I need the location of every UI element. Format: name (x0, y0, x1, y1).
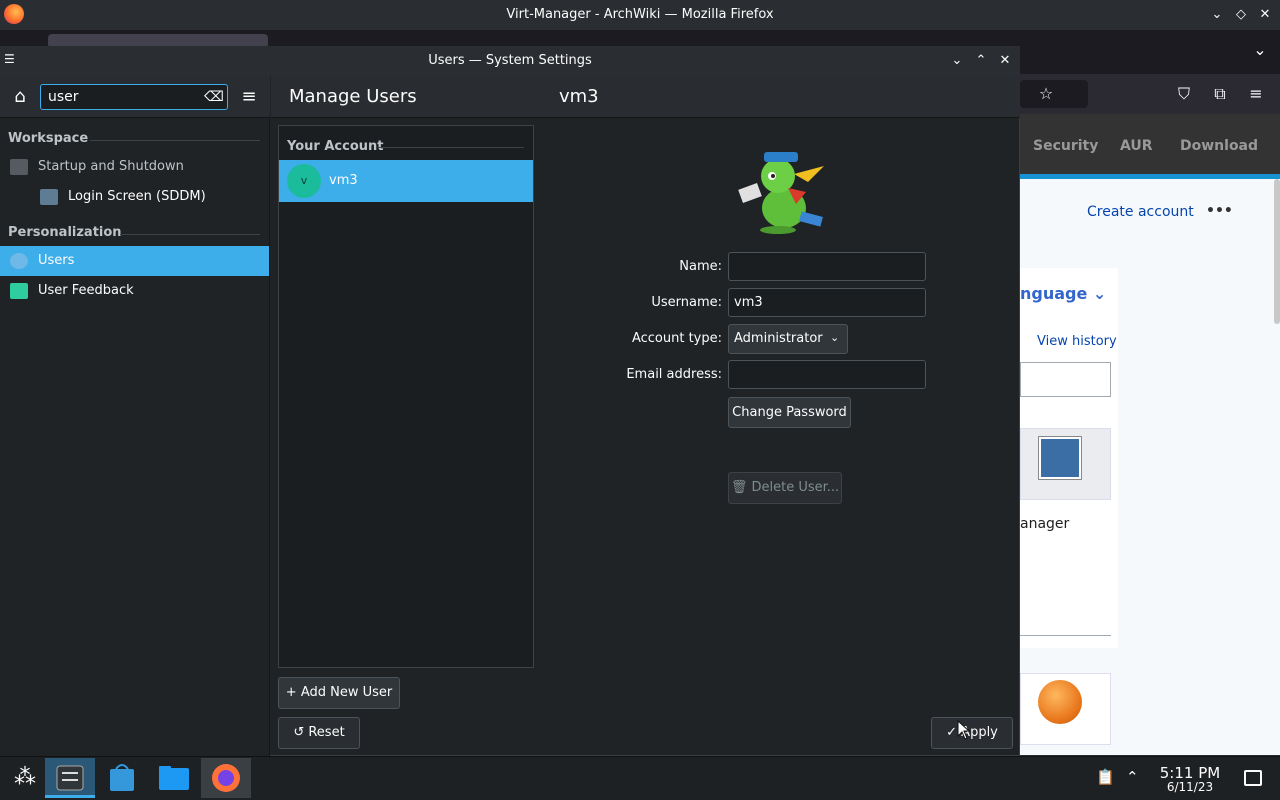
sidebar-item-login-screen[interactable]: Login Screen (SDDM) (0, 182, 269, 212)
divider (120, 234, 260, 235)
store-bag-icon (110, 764, 134, 791)
category-workspace: Workspace (8, 131, 89, 146)
user-list (278, 125, 534, 668)
email-field[interactable] (728, 360, 926, 389)
sidebar-item-users[interactable]: Users (0, 246, 269, 276)
wiki-caption: anager (1020, 516, 1070, 532)
monitor-icon (40, 189, 58, 205)
sidebar-item-label: User Feedback (38, 283, 134, 298)
firefox-window-title: Virt-Manager - ArchWiki — Mozilla Firefo… (506, 7, 774, 22)
page-scrollbar[interactable] (1274, 179, 1280, 324)
email-label: Email address: (626, 367, 722, 382)
user-avatar-image[interactable] (738, 148, 830, 236)
divider (1020, 635, 1111, 636)
sidebar-item-user-feedback[interactable]: User Feedback (0, 276, 269, 306)
virt-manager-logo-icon[interactable] (1039, 437, 1081, 479)
selected-user-title: vm3 (559, 86, 599, 107)
more-options-icon[interactable]: ••• (1206, 203, 1233, 219)
close-icon[interactable]: ✕ (1256, 6, 1274, 24)
avatar: v (287, 164, 321, 198)
add-new-user-button[interactable]: + Add New User (278, 677, 400, 709)
archwiki-nav: Security AUR Download (1020, 114, 1280, 178)
change-password-button[interactable]: Change Password (728, 397, 851, 428)
user-name-label: vm3 (329, 173, 358, 188)
divider (378, 147, 524, 148)
create-account-link[interactable]: Create account (1087, 204, 1194, 220)
name-field[interactable] (728, 252, 926, 281)
mouse-cursor-icon (957, 720, 971, 740)
trash-icon: 🗑 (730, 480, 748, 495)
restore-icon[interactable]: ◇ (1232, 6, 1250, 24)
plus-icon: + (285, 685, 297, 700)
settings-icon (56, 765, 84, 791)
clear-search-icon[interactable]: ⌫ (204, 88, 224, 106)
taskbar-item-firefox[interactable] (201, 758, 251, 798)
sidebar-item-startup-shutdown[interactable]: Startup and Shutdown (0, 152, 269, 182)
close-icon[interactable]: ✕ (996, 52, 1014, 70)
delete-user-label: Delete User... (751, 480, 840, 495)
divider (90, 140, 260, 141)
add-new-user-label: Add New User (300, 685, 393, 700)
show-desktop-icon[interactable] (1244, 770, 1262, 786)
delete-user-button[interactable]: 🗑 Delete User... (728, 472, 842, 504)
taskbar-item-discover[interactable] (97, 758, 147, 798)
username-field[interactable]: vm3 (728, 288, 926, 317)
taskbar-item-dolphin[interactable] (149, 758, 199, 798)
list-section-header: Your Account (287, 139, 384, 154)
firefox-icon (212, 764, 240, 792)
minimize-icon[interactable]: ⌄ (1208, 6, 1226, 24)
startup-icon (10, 159, 28, 175)
maximize-icon[interactable]: ⌃ (972, 52, 990, 70)
account-type-label: Account type: (631, 331, 722, 346)
view-history-link[interactable]: View history (1037, 334, 1117, 349)
name-label: Name: (679, 259, 722, 274)
language-button[interactable]: nguage ⌄ (1020, 284, 1106, 303)
nav-download[interactable]: Download (1180, 138, 1258, 154)
chevron-down-icon: ⌄ (1092, 284, 1107, 303)
application-launcher-icon[interactable]: ⁂ (0, 758, 50, 798)
search-input[interactable] (48, 84, 198, 110)
reset-label: Reset (308, 725, 345, 740)
nav-security[interactable]: Security (1033, 138, 1098, 154)
nav-aur[interactable]: AUR (1120, 138, 1153, 154)
settings-window-title: Users — System Settings (428, 53, 592, 68)
hamburger-menu-icon[interactable]: ≡ (238, 86, 260, 108)
pocket-icon[interactable]: ⛉ (1174, 84, 1194, 104)
account-type-value: Administrator (734, 331, 823, 346)
reset-button[interactable]: ↺ Reset (278, 717, 360, 749)
home-icon[interactable]: ⌂ (8, 86, 32, 108)
sidebar-item-label: Startup and Shutdown (38, 159, 184, 174)
undo-icon: ↺ (293, 725, 305, 740)
list-all-tabs-icon[interactable]: ⌄ (1250, 40, 1270, 60)
apply-button[interactable]: ✓ Apply (931, 717, 1013, 749)
extensions-icon[interactable]: ⧉ (1210, 84, 1230, 104)
clock-date[interactable]: 6/11/23 (1155, 780, 1225, 794)
clipboard-icon[interactable]: 📋 (1096, 768, 1115, 786)
wiki-search-input[interactable] (1020, 362, 1111, 397)
app-menu-icon[interactable]: ≡ (1246, 84, 1266, 104)
magnifier-logo-icon[interactable] (1038, 680, 1082, 724)
system-tray-expand-icon[interactable]: ⌃ (1126, 768, 1139, 786)
category-personalization: Personalization (8, 225, 122, 240)
minimize-icon[interactable]: ⌄ (948, 52, 966, 70)
chevron-down-icon: ⌄ (830, 331, 840, 344)
sidebar-item-label: Users (38, 253, 75, 268)
check-icon: ✓ (946, 725, 958, 740)
page-title: Manage Users (289, 86, 417, 107)
users-icon (10, 253, 28, 269)
folder-icon (159, 766, 189, 790)
taskbar-item-system-settings[interactable] (45, 758, 95, 798)
sidebar-item-label: Login Screen (SDDM) (68, 189, 206, 204)
bookmark-star-icon[interactable]: ☆ (1036, 84, 1056, 104)
feedback-icon (10, 283, 28, 299)
username-label: Username: (651, 295, 722, 310)
